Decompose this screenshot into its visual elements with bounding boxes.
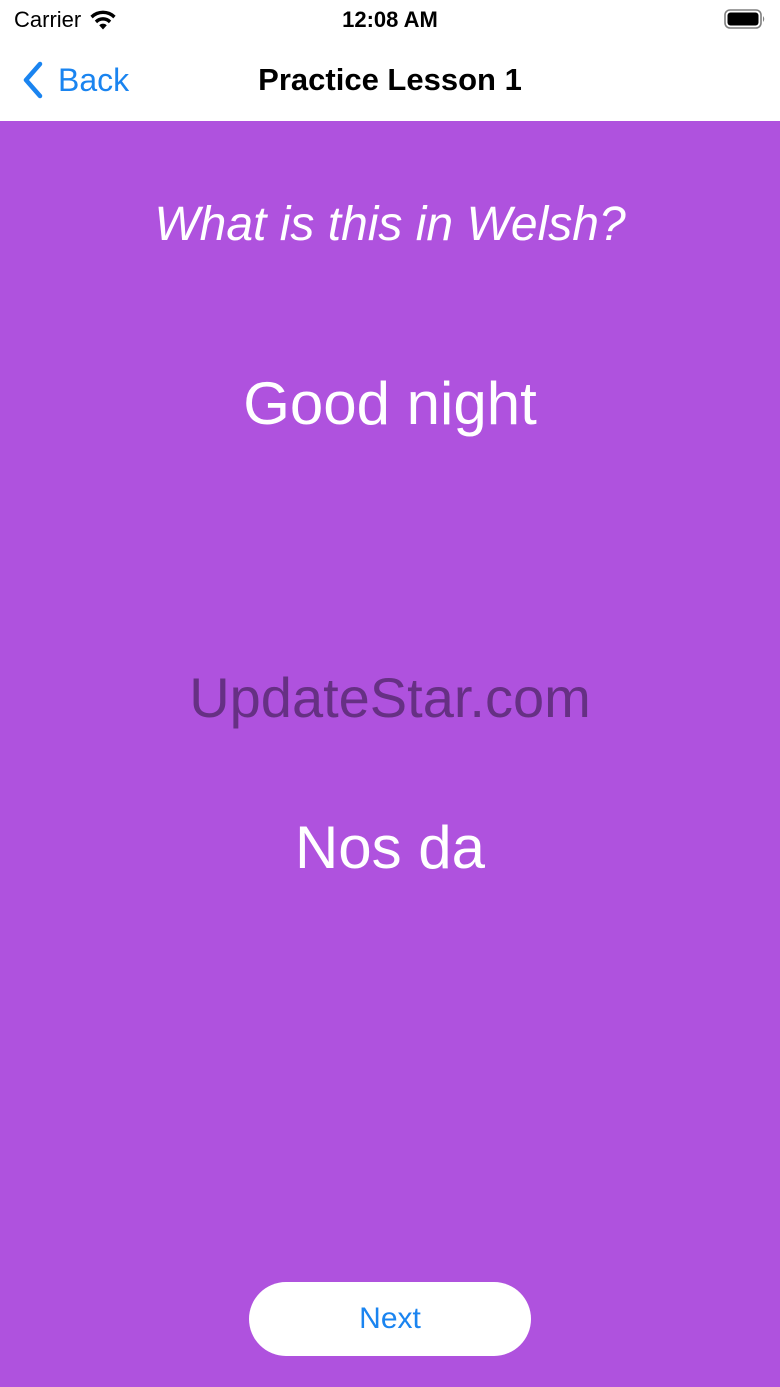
lesson-card: What is this in Welsh? Good night Update… bbox=[0, 121, 780, 1387]
question-text: What is this in Welsh? bbox=[154, 198, 626, 251]
watermark: UpdateStar.com bbox=[189, 666, 591, 729]
navigation-bar: Back Practice Lesson 1 bbox=[0, 40, 780, 120]
next-button[interactable]: Next bbox=[249, 1282, 531, 1356]
battery-icon bbox=[724, 9, 765, 29]
page-title: Practice Lesson 1 bbox=[258, 62, 522, 97]
app-screen: Carrier 12:08 AM Back Practice Lesson 1 … bbox=[0, 0, 780, 1387]
answer-word: Nos da bbox=[294, 814, 486, 881]
prompt-word: Good night bbox=[243, 370, 537, 437]
status-time: 12:08 AM bbox=[342, 7, 438, 32]
status-bar: Carrier 12:08 AM bbox=[0, 0, 780, 40]
